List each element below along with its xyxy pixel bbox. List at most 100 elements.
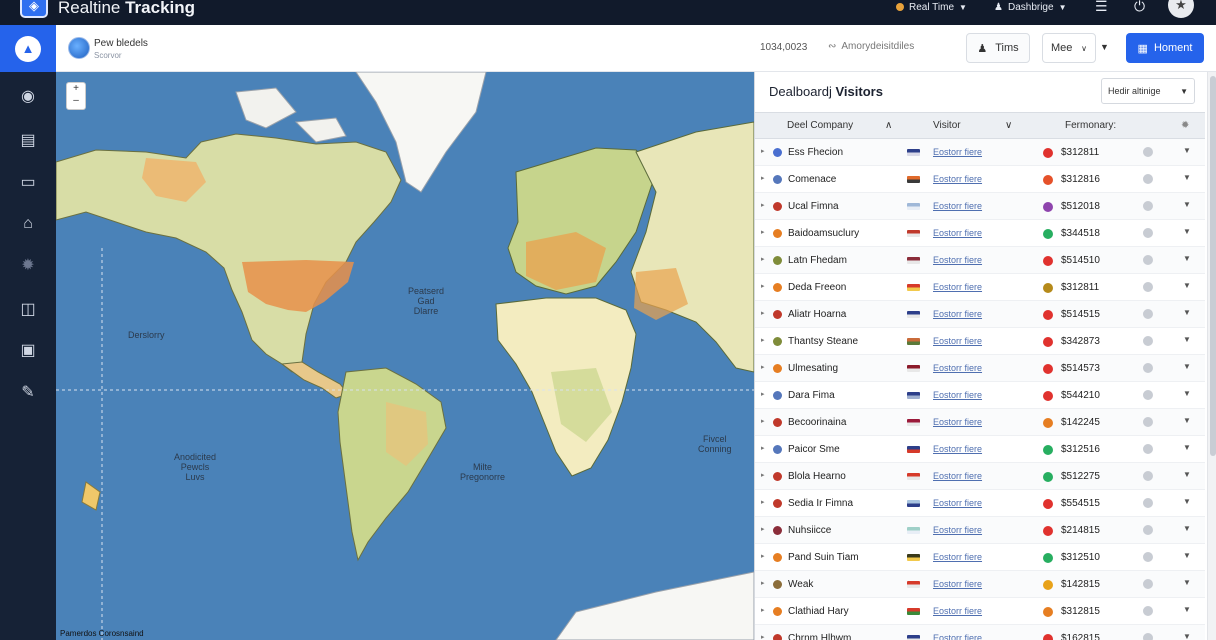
world-heatmap[interactable]: + – Derslorry Peatserd Gad Dlarre Anodici… <box>56 72 754 640</box>
sidebar-item-tools[interactable]: ✎ <box>0 377 56 407</box>
settings-icon[interactable]: ✹ <box>1181 120 1189 131</box>
caret-down-icon[interactable]: ▼ <box>1183 470 1191 479</box>
caret-down-icon[interactable]: ▼ <box>1183 254 1191 263</box>
action-toggle-icon[interactable] <box>1143 309 1153 319</box>
action-toggle-icon[interactable] <box>1143 174 1153 184</box>
sidebar-item-briefcase[interactable]: ▤ <box>0 125 56 155</box>
expand-icon[interactable]: ▸ <box>761 498 765 506</box>
expand-icon[interactable]: ▸ <box>761 579 765 587</box>
caret-down-icon[interactable]: ▼ <box>1183 335 1191 344</box>
sort-up-icon[interactable]: ∧ <box>885 120 892 131</box>
caret-down-icon[interactable]: ▼ <box>1183 632 1191 640</box>
time-button[interactable]: ♟ Tims <box>966 33 1030 63</box>
action-toggle-icon[interactable] <box>1143 255 1153 265</box>
visitor-link[interactable]: Eostorr fiere <box>933 174 982 184</box>
analytics-link[interactable]: ∾ Amorydeisitdiles <box>828 41 914 52</box>
table-row[interactable]: ▸ Baidoamsuclury Eostorr fiere $344518 ▼ <box>755 220 1205 247</box>
expand-icon[interactable]: ▸ <box>761 633 765 640</box>
caret-down-icon[interactable]: ▼ <box>1183 497 1191 506</box>
caret-down-icon[interactable]: ▼ <box>1183 578 1191 587</box>
power-icon[interactable]: ⏻ <box>1134 0 1145 13</box>
expand-icon[interactable]: ▸ <box>761 147 765 155</box>
scrollbar[interactable] <box>1207 72 1216 640</box>
expand-icon[interactable]: ▸ <box>761 444 765 452</box>
homent-button[interactable]: ▦ Homent <box>1126 33 1204 63</box>
caret-down-icon[interactable]: ▼ <box>1183 362 1191 371</box>
caret-down-icon[interactable]: ▼ <box>1183 173 1191 182</box>
action-toggle-icon[interactable] <box>1143 228 1153 238</box>
visitor-link[interactable]: Eostorr fiere <box>933 525 982 535</box>
visitor-link[interactable]: Eostorr fiere <box>933 633 982 640</box>
sidebar-item-globe[interactable]: ◉ <box>0 81 56 111</box>
visitor-link[interactable]: Eostorr fiere <box>933 552 982 562</box>
expand-icon[interactable]: ▸ <box>761 228 765 236</box>
action-toggle-icon[interactable] <box>1143 282 1153 292</box>
action-toggle-icon[interactable] <box>1143 336 1153 346</box>
action-toggle-icon[interactable] <box>1143 147 1153 157</box>
table-row[interactable]: ▸ Becoorinaina Eostorr fiere $142245 ▼ <box>755 409 1205 436</box>
visitor-link[interactable]: Eostorr fiere <box>933 417 982 427</box>
caret-down-icon[interactable]: ▼ <box>1183 416 1191 425</box>
action-toggle-icon[interactable] <box>1143 552 1153 562</box>
sidebar-item-storage[interactable]: ▣ <box>0 335 56 365</box>
table-row[interactable]: ▸ Chrnm Hlhwm Eostorr fiere $162815 ▼ <box>755 625 1205 640</box>
sidebar-item-settings[interactable]: ✹ <box>0 250 56 280</box>
user-menu[interactable]: ♟ Dashbrige ▼ <box>994 0 1066 14</box>
table-row[interactable]: ▸ Pand Suin Tiam Eostorr fiere $312510 ▼ <box>755 544 1205 571</box>
visitor-link[interactable]: Eostorr fiere <box>933 228 982 238</box>
caret-down-icon[interactable]: ▼ <box>1183 281 1191 290</box>
visitor-link[interactable]: Eostorr fiere <box>933 201 982 211</box>
sidebar-item-books[interactable]: ◫ <box>0 294 56 324</box>
visitor-link[interactable]: Eostorr fiere <box>933 363 982 373</box>
expand-icon[interactable]: ▸ <box>761 606 765 614</box>
caret-down-icon[interactable]: ▼ <box>1183 146 1191 155</box>
caret-down-icon[interactable]: ▼ <box>1183 308 1191 317</box>
action-toggle-icon[interactable] <box>1143 525 1153 535</box>
table-row[interactable]: ▸ Nuhsiicce Eostorr fiere $214815 ▼ <box>755 517 1205 544</box>
sidebar-item-monitor[interactable]: ▭ <box>0 167 56 197</box>
action-toggle-icon[interactable] <box>1143 498 1153 508</box>
chevron-down-icon[interactable]: ∨ <box>1005 120 1012 131</box>
expand-icon[interactable]: ▸ <box>761 417 765 425</box>
table-row[interactable]: ▸ Aliatr Hoarna Eostorr fiere $514515 ▼ <box>755 301 1205 328</box>
action-toggle-icon[interactable] <box>1143 444 1153 454</box>
col-company[interactable]: Deel Company <box>787 120 853 131</box>
action-toggle-icon[interactable] <box>1143 417 1153 427</box>
expand-icon[interactable]: ▸ <box>761 390 765 398</box>
table-row[interactable]: ▸ Weak Eostorr fiere $142815 ▼ <box>755 571 1205 598</box>
table-row[interactable]: ▸ Ess Fhecion Eostorr fiere $312811 ▼ <box>755 139 1205 166</box>
action-toggle-icon[interactable] <box>1143 579 1153 589</box>
expand-icon[interactable]: ▸ <box>761 363 765 371</box>
caret-down-icon[interactable]: ▼ <box>1183 524 1191 533</box>
table-row[interactable]: ▸ Blola Hearno Eostorr fiere $512275 ▼ <box>755 463 1205 490</box>
action-toggle-icon[interactable] <box>1143 606 1153 616</box>
caret-down-icon[interactable]: ▼ <box>1183 605 1191 614</box>
visitor-link[interactable]: Eostorr fiere <box>933 336 982 346</box>
realtime-menu[interactable]: Real Time ▼ <box>896 0 967 14</box>
table-row[interactable]: ▸ Dara Fima Eostorr fiere $544210 ▼ <box>755 382 1205 409</box>
panel-filter-select[interactable]: Hedir altinige ▼ <box>1101 78 1195 104</box>
action-toggle-icon[interactable] <box>1143 471 1153 481</box>
visitor-link[interactable]: Eostorr fiere <box>933 255 982 265</box>
scroll-thumb[interactable] <box>1210 76 1216 456</box>
caret-down-icon[interactable]: ▼ <box>1100 42 1109 52</box>
table-row[interactable]: ▸ Latn Fhedam Eostorr fiere $514510 ▼ <box>755 247 1205 274</box>
visitor-link[interactable]: Eostorr fiere <box>933 579 982 589</box>
visitor-link[interactable]: Eostorr fiere <box>933 147 982 157</box>
table-row[interactable]: ▸ Comenace Eostorr fiere $312816 ▼ <box>755 166 1205 193</box>
range-select[interactable]: Mee ∨ <box>1042 33 1096 63</box>
visitor-link[interactable]: Eostorr fiere <box>933 282 982 292</box>
caret-down-icon[interactable]: ▼ <box>1183 200 1191 209</box>
visitor-link[interactable]: Eostorr fiere <box>933 444 982 454</box>
expand-icon[interactable]: ▸ <box>761 309 765 317</box>
visitor-link[interactable]: Eostorr fiere <box>933 498 982 508</box>
action-toggle-icon[interactable] <box>1143 201 1153 211</box>
app-logo-icon[interactable]: ◈ <box>20 0 48 18</box>
visitor-link[interactable]: Eostorr fiere <box>933 606 982 616</box>
expand-icon[interactable]: ▸ <box>761 174 765 182</box>
table-row[interactable]: ▸ Paicor Sme Eostorr fiere $312516 ▼ <box>755 436 1205 463</box>
expand-icon[interactable]: ▸ <box>761 552 765 560</box>
visitor-link[interactable]: Eostorr fiere <box>933 390 982 400</box>
caret-down-icon[interactable]: ▼ <box>1183 227 1191 236</box>
sidebar-item-home-active[interactable]: ▲ <box>0 25 56 72</box>
